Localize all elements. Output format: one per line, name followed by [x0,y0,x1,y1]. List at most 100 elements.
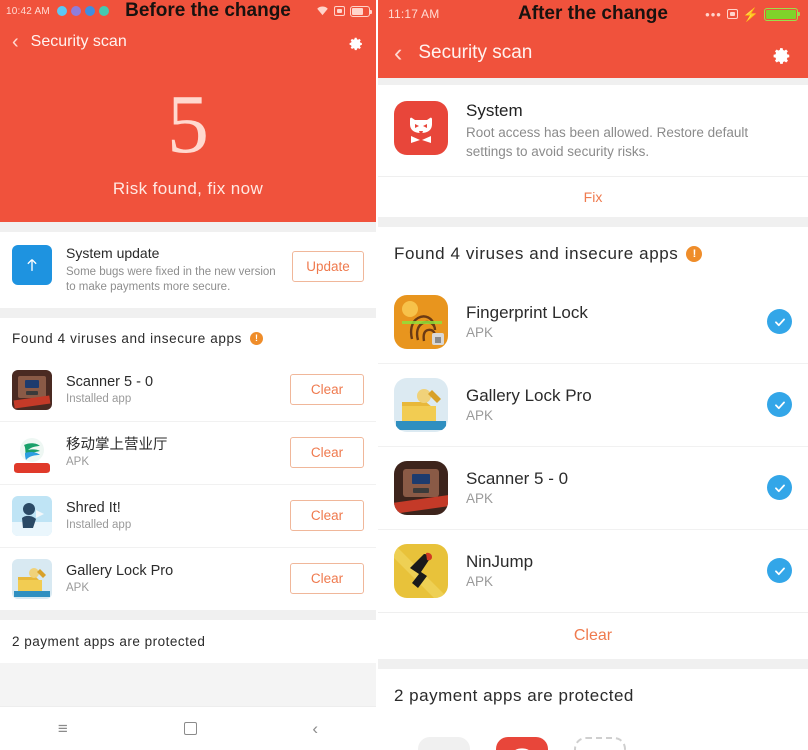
clear-button[interactable]: Clear [290,500,364,532]
table-row[interactable]: 移动掌上营业厅 APK Clear [0,420,376,484]
table-row[interactable]: Gallery Lock Pro APK [378,362,808,446]
clear-all-button[interactable]: Clear [378,611,808,659]
left-payment-header: 2 payment apps are protected [0,619,376,663]
back-button[interactable]: ‹ [394,39,402,68]
system-update-description: Some bugs were fixed in the new version … [66,265,276,294]
app-name: Scanner 5 - 0 [66,373,154,390]
right-app-list: Fingerprint Lock APK Gallery Lock Pro AP… [378,280,808,659]
app-subtitle: Installed app [66,393,132,406]
system-card-description: Root access has been allowed. Restore de… [466,125,749,159]
left-app-list: Scanner 5 - 0 Installed app Clear 移动掌上营业… [0,358,376,610]
table-row[interactable]: Scanner 5 - 0 Installed app Clear [0,359,376,421]
app-meta: Fingerprint Lock APK [448,303,767,340]
fix-button[interactable]: Fix [378,175,808,217]
checkbox-checked-icon[interactable] [767,475,792,501]
after-panel: 11:17 AM ••• ⚡ After the change ‹ Securi… [378,0,808,750]
system-update-text: System update Some bugs were fixed in th… [52,245,292,296]
battery-green-icon [764,7,800,21]
table-row[interactable]: Scanner 5 - 0 APK [378,445,808,529]
app-subtitle: APK [466,491,494,507]
wifi-icon [317,6,328,16]
app-name: Fingerprint Lock [466,303,588,323]
clear-button[interactable]: Clear [290,374,364,406]
clear-button[interactable]: Clear [290,437,364,469]
system-card-text: System Root access has been allowed. Res… [448,101,792,162]
status-time: 11:17 AM [388,7,440,21]
section-header-label: Found 4 viruses and insecure apps [12,330,242,346]
left-app-bar: ‹ Security scan [0,22,376,62]
status-icons [316,5,372,17]
app-name: Scanner 5 - 0 [466,469,569,489]
security-app-icon[interactable] [496,736,548,750]
gallery-lock-app-icon [394,377,448,432]
fingerprint-lock-app-icon [394,294,448,349]
checkbox-checked-icon[interactable] [767,309,792,335]
app-meta: Gallery Lock Pro APK [448,386,767,423]
right-status-bar: 11:17 AM ••• ⚡ After the change [378,0,808,28]
settings-button[interactable] [346,33,364,51]
back-chevron-icon[interactable]: ‹ [312,720,318,737]
system-update-card: System update Some bugs were fixed in th… [0,232,376,308]
app-name: Gallery Lock Pro [466,386,592,406]
settings-button[interactable] [769,42,792,65]
app-subtitle: APK [466,574,494,590]
divider [378,658,808,669]
table-row[interactable]: Gallery Lock Pro APK Clear [0,546,376,610]
divider [0,609,376,620]
screenshot-icon [726,9,738,19]
home-square-icon[interactable] [183,722,197,735]
system-nav-bar: ≡ ‹ [0,706,376,750]
table-row[interactable]: Shred It! Installed app Clear [0,483,376,547]
system-root-card: System Root access has been allowed. Res… [378,85,808,217]
checkbox-checked-icon[interactable] [767,392,792,418]
clear-button[interactable]: Clear [290,563,364,595]
app-name: NinJump [466,552,534,572]
warning-badge: ! [249,331,263,345]
divider [378,216,808,227]
risk-count: 5 [167,78,209,172]
app-meta: Gallery Lock Pro APK [52,563,290,594]
charging-bolt-icon: ⚡ [742,6,759,22]
before-panel: 10:42 AM Before the change ‹ Security sc… [0,0,378,750]
app-name: Shred It! [66,499,121,516]
right-app-bar: ‹ Security scan [378,28,808,78]
status-icons: ••• ⚡ [705,6,800,22]
virus-skull-icon [394,101,448,155]
warning-badge: ! [686,245,703,262]
payment-app-icons [378,722,808,750]
app-meta: Scanner 5 - 0 APK [448,469,767,506]
gear-icon [349,37,362,51]
risk-hero: 5 Risk found, fix now [0,62,376,222]
app-subtitle: APK [66,456,90,469]
sim-icon [334,6,345,16]
app-meta: Shred It! Installed app [52,500,290,531]
notification-dot-4 [98,6,109,16]
add-payment-app-button[interactable] [574,736,626,750]
notification-dots [56,6,109,16]
update-button[interactable]: Update [292,251,364,282]
app-meta: 移动掌上营业厅 APK [52,437,290,468]
gear-icon [773,47,790,64]
risk-message: Risk found, fix now [112,178,264,198]
arrow-up-icon [12,245,52,285]
wallet-app-icon[interactable] [418,736,470,750]
app-meta: Scanner 5 - 0 Installed app [52,374,290,405]
right-section-header: Found 4 viruses and insecure apps ! [378,226,808,281]
menu-icon[interactable]: ≡ [58,720,68,737]
divider [0,222,376,232]
back-button[interactable]: ‹ [12,31,19,54]
china-mobile-app-icon [12,432,52,473]
table-row[interactable]: NinJump APK [378,528,808,612]
comparison-screens: 10:42 AM Before the change ‹ Security sc… [0,0,808,750]
page-title: Security scan [30,33,127,50]
table-row[interactable]: Fingerprint Lock APK [378,281,808,363]
notification-dot-3 [84,6,95,16]
gallery-lock-app-icon [12,558,52,599]
checkbox-checked-icon[interactable] [767,558,792,584]
app-subtitle: APK [466,325,494,341]
system-card-title: System [466,101,523,120]
notification-dot-2 [70,6,81,16]
divider [378,78,808,85]
notification-dot-1 [56,6,67,16]
right-payment-header: 2 payment apps are protected [378,668,808,723]
